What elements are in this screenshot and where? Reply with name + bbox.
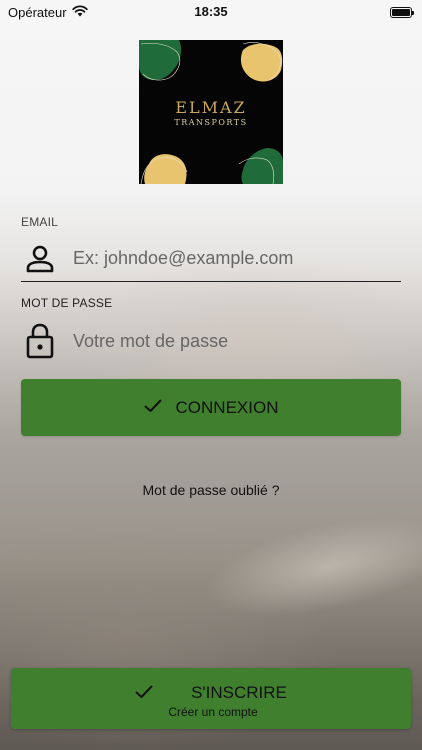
- email-field: [21, 236, 401, 282]
- signup-button-label: S'INSCRIRE: [191, 683, 287, 702]
- user-icon: [21, 244, 59, 274]
- lock-icon: [21, 323, 59, 359]
- forgot-password-link[interactable]: Mot de passe oublié ?: [0, 482, 422, 498]
- password-field: [21, 318, 401, 364]
- login-button[interactable]: CONNEXION: [21, 379, 401, 436]
- signup-inner: S'INSCRIRE: [11, 683, 411, 703]
- signup-button[interactable]: S'INSCRIRE Créer un compte: [11, 668, 411, 729]
- logo-title: ELMAZ: [175, 98, 247, 117]
- email-label: EMAIL: [21, 215, 59, 229]
- logo-subtitle: TRANSPORTS: [174, 118, 248, 127]
- status-time: 18:35: [194, 4, 228, 19]
- signup-button-sublabel: Créer un compte: [168, 705, 258, 719]
- logo-text: ELMAZ TRANSPORTS: [139, 98, 283, 127]
- app-logo: ELMAZ TRANSPORTS: [139, 40, 283, 184]
- password-input[interactable]: [73, 330, 401, 352]
- check-icon: [144, 398, 162, 418]
- login-button-label: CONNEXION: [175, 397, 279, 417]
- check-icon: [135, 685, 153, 702]
- status-bar: Opérateur 18:35: [0, 0, 422, 24]
- battery-icon: [390, 6, 414, 18]
- email-input[interactable]: [73, 248, 401, 269]
- password-label: MOT DE PASSE: [21, 296, 113, 310]
